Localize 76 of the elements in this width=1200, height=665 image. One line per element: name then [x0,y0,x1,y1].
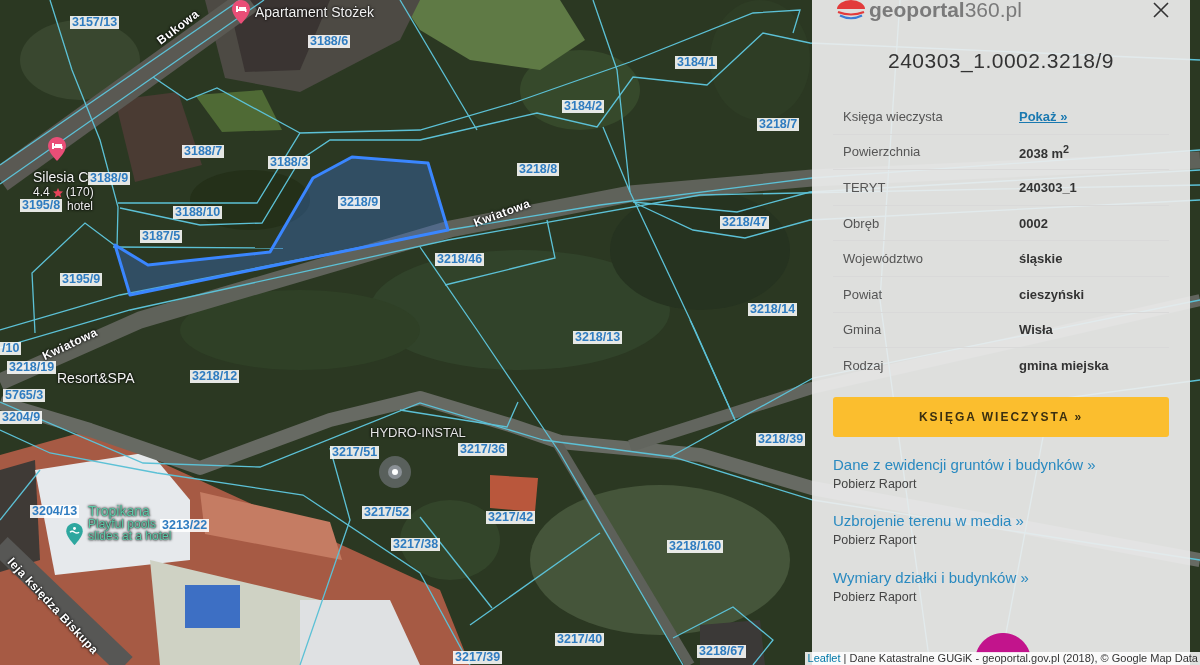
place-name[interactable]: Resort&SPA [57,370,135,386]
land-register-button[interactable]: KSIĘGA WIECZYSTA » [833,396,1169,437]
detail-label: Obręb [842,215,880,231]
detail-value: śląskie [1019,251,1063,267]
parcel-number-label: 5765/3 [3,389,46,402]
review-count: (170) [65,186,94,199]
download-report-link[interactable]: Pobierz Raport [833,532,917,550]
parcel-number-label: 3218/9 [338,196,381,209]
parcel-number-label: 3218/67 [697,645,747,658]
parcel-number-label: 3218/39 [756,433,806,446]
parcel-number-label: 3217/51 [330,446,380,459]
bed-pin-icon[interactable] [48,137,66,161]
parcel-id-title: 240303_1.0002.3218/9 [887,48,1115,74]
parcel-number-label: 3188/9 [88,172,131,185]
parcel-number-label: 3213/22 [160,519,210,532]
detail-label: TERYT [842,180,886,195]
detail-label: Powierzchnia [842,144,921,160]
parcel-number-label: 3217/52 [362,506,412,519]
parcel-number-label: 3188/10 [173,206,223,219]
logo-icon [836,0,866,20]
download-report-link[interactable]: Pobierz Raport [833,588,917,606]
parcel-number-label: 3188/3 [268,156,311,169]
close-button[interactable] [1153,2,1169,18]
download-report-link[interactable]: Pobierz Raport [833,475,917,493]
rating-value: 4.4 [33,186,50,199]
parcel-number-label: 3187/5 [140,230,183,243]
detail-value: Wisła [1019,322,1053,338]
parcel-number-label: 3218/46 [435,253,485,266]
parcel-number-label: 3218/8 [517,163,560,176]
detail-label: Województwo [842,251,923,267]
map-pin-icon[interactable] [66,523,83,545]
show-link[interactable]: Pokaż » [1019,108,1068,124]
star-icon [52,187,63,198]
parcel-number-label: 3184/2 [562,100,605,113]
parcel-number-label: 3217/36 [458,443,508,456]
detail-label: Powiat [842,286,883,302]
parcel-number-label: 3184/1 [675,56,718,69]
detail-label: Księga wieczysta [842,108,943,124]
parcel-number-label: 3218/12 [190,370,240,383]
detail-value: 240303_1 [1019,180,1077,195]
attribution-link[interactable]: Leaflet [807,652,841,664]
map-attribution: Leaflet | Dane Katastralne GUGiK - geoportal.gov.pl (2018), © Google Map Data [804,652,1200,665]
parcel-number-label: 3217/40 [555,633,605,646]
place-name[interactable]: Silesia C [33,169,89,185]
parcel-number-label: 3195/8 [20,199,63,212]
parcel-number-label: /10 [0,342,22,355]
detail-value: 0002 [1019,215,1048,231]
parcel-number-label: 3218/14 [748,303,798,316]
parcel-number-label: 3157/13 [70,16,120,29]
parcel-number-label: 3188/6 [308,35,351,48]
place-description: slides at a hotel [88,530,172,543]
detail-label: Rodzaj [842,358,884,374]
parcel-number-label: 3218/47 [720,216,770,229]
parcel-number-label: 3204/9 [0,411,43,424]
parcel-number-label: 3188/7 [182,145,225,158]
close-icon [1153,2,1169,18]
parcel-number-label: 3217/38 [391,538,441,551]
detail-value: 2038 m$^{2}$ [1019,142,1070,162]
parcel-number-label: 3218/7 [757,118,800,131]
parcel-number-label: 3218/160 [667,540,724,553]
detail-label: Gmina [842,322,882,338]
place-category: hotel [67,200,94,213]
detail-value: cieszyński [1019,286,1085,302]
bed-pin-icon[interactable] [232,0,250,24]
parcel-number-label: 3217/39 [453,651,503,664]
parcel-number-label: 3217/42 [486,511,536,524]
place-description: Playful pools [88,518,157,531]
logo-text: geoportal360.pl [869,0,1022,20]
place-name[interactable]: Apartament Stożek [255,4,375,20]
circle-marker-icon[interactable] [388,465,402,479]
parcel-number-label: 3218/19 [7,361,57,374]
detail-value: gmina miejska [1019,358,1109,374]
place-name[interactable]: HYDRO-INSTAL [370,425,466,441]
parcel-number-label: 3204/13 [30,505,80,518]
parcel-number-label: 3195/9 [60,273,103,286]
parcel-number-label: 3218/13 [573,331,623,344]
